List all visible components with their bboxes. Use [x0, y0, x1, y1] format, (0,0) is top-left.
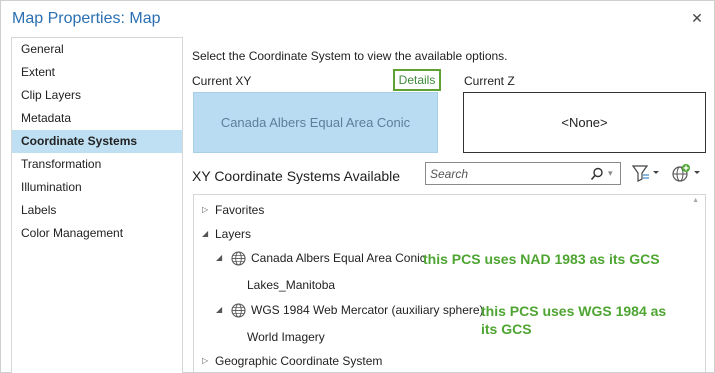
sidebar-item-clip-layers[interactable]: Clip Layers [12, 84, 182, 107]
tree-node-layers[interactable]: Layers [215, 224, 251, 244]
coordinate-system-tree: ▲ ▷ Favorites ◢ Layers ◢ Canada Albers E… [193, 194, 706, 373]
map-properties-dialog: Map Properties: Map ✕ General Extent Cli… [0, 0, 715, 373]
collapse-layers-icon[interactable]: ◢ [202, 224, 208, 244]
chevron-down-icon[interactable]: ▾ [608, 168, 613, 179]
title-bar: Map Properties: Map ✕ [1, 1, 714, 37]
current-xy-label: Current XY [192, 74, 252, 88]
xy-available-heading: XY Coordinate Systems Available [192, 168, 401, 184]
globe-icon [231, 303, 246, 318]
sidebar-item-metadata[interactable]: Metadata [12, 107, 182, 130]
filter-icon[interactable] [631, 163, 661, 183]
collapse-crs2-icon[interactable]: ◢ [216, 300, 222, 320]
annotation-wgs1984-line1: this PCS uses WGS 1984 as [481, 303, 667, 319]
tree-node-favorites[interactable]: Favorites [215, 200, 264, 220]
search-input[interactable] [430, 166, 580, 182]
add-coordinate-system-icon[interactable] [670, 163, 704, 183]
sidebar-item-labels[interactable]: Labels [12, 199, 182, 222]
tree-node-canada-albers[interactable]: Canada Albers Equal Area Conic [251, 248, 426, 268]
annotation-nad1983: this PCS uses NAD 1983 as its GCS [423, 251, 660, 267]
current-z-label: Current Z [464, 74, 515, 88]
sidebar-item-coordinate-systems[interactable]: Coordinate Systems [12, 130, 182, 153]
expand-favorites-icon[interactable]: ▷ [202, 200, 208, 220]
tree-node-wgs84-web-mercator[interactable]: WGS 1984 Web Mercator (auxiliary sphere) [251, 300, 484, 320]
collapse-crs1-icon[interactable]: ◢ [216, 248, 222, 268]
tree-node-geographic[interactable]: Geographic Coordinate System [215, 351, 382, 371]
annotation-wgs1984-line2: its GCS [481, 321, 532, 337]
properties-sidebar: General Extent Clip Layers Metadata Coor… [11, 37, 183, 373]
scroll-up-icon[interactable]: ▲ [692, 197, 699, 204]
dialog-title: Map Properties: Map [12, 10, 161, 27]
tree-leaf-world-imagery[interactable]: World Imagery [247, 327, 325, 347]
sidebar-item-general[interactable]: General [12, 38, 182, 61]
sidebar-item-extent[interactable]: Extent [12, 61, 182, 84]
expand-geographic-icon[interactable]: ▷ [202, 351, 208, 371]
sidebar-item-color-management[interactable]: Color Management [12, 222, 182, 245]
coordinate-systems-panel: Select the Coordinate System to view the… [183, 37, 715, 373]
search-box[interactable]: ▾ [425, 162, 621, 185]
sidebar-item-illumination[interactable]: Illumination [12, 176, 182, 199]
instruction-text: Select the Coordinate System to view the… [192, 49, 508, 63]
close-icon[interactable]: ✕ [688, 9, 706, 27]
details-link[interactable]: Details [393, 69, 441, 91]
current-xy-value[interactable]: Canada Albers Equal Area Conic [193, 92, 438, 153]
current-z-value[interactable]: <None> [463, 92, 706, 153]
search-icon[interactable] [590, 167, 604, 181]
sidebar-item-transformation[interactable]: Transformation [12, 153, 182, 176]
globe-icon [231, 251, 246, 266]
tree-leaf-lakes-manitoba[interactable]: Lakes_Manitoba [247, 275, 335, 295]
